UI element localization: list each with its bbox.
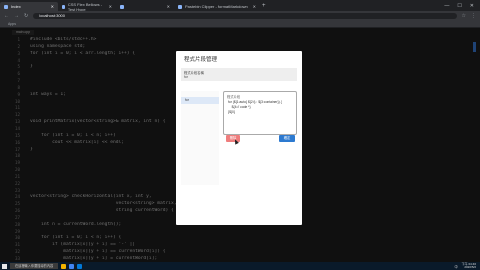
browser-tabbar: Index ✕ CSS Flex Bellows - Test Hype ✕ ✕…: [0, 0, 480, 12]
window-controls: — ☐ ✕: [444, 3, 480, 9]
minimize-icon[interactable]: —: [444, 3, 449, 9]
bookmark-item[interactable]: Apps: [8, 22, 16, 26]
chrome-icon[interactable]: [69, 263, 74, 269]
favicon-icon: [62, 4, 65, 9]
favicon-icon: [178, 4, 182, 9]
bookmark-star-icon[interactable]: ☆: [462, 13, 466, 19]
browser-tab-1[interactable]: CSS Flex Bellows - Test Hype ✕: [58, 1, 116, 12]
snippet-manager-dialog: 程式片段管理 程式片段名稱 for for 程式片段 for (${1:auto…: [176, 51, 302, 225]
close-tab-icon[interactable]: ✕: [167, 4, 170, 9]
browser-tab-label: CSS Flex Bellows - Test Hype: [67, 1, 103, 12]
dialog-title: 程式片段管理: [184, 57, 218, 63]
snippet-list-item[interactable]: for: [181, 97, 219, 104]
snippet-name-value[interactable]: for: [184, 75, 188, 79]
browser-tab-label: Index: [11, 4, 21, 9]
favicon-icon: [4, 4, 8, 9]
close-tab-icon[interactable]: ✕: [109, 4, 112, 9]
file-explorer-icon[interactable]: [61, 263, 66, 269]
vscode-icon[interactable]: [77, 263, 82, 269]
bookmarks-bar: Apps: [0, 20, 480, 28]
browser-tab-0[interactable]: Index ✕: [0, 2, 58, 11]
browser-tab-2[interactable]: ✕: [116, 2, 174, 11]
snippet-line: for (${1:auto} ${2:i} : ${3:container}) …: [228, 100, 282, 104]
back-icon[interactable]: ←: [4, 13, 9, 19]
snippet-line: }${0}: [228, 110, 235, 114]
snippet-name-field[interactable]: 程式片段名稱 for: [181, 68, 297, 81]
browser-tab-3[interactable]: Pastebin Clipper - formatMarkdown ✕: [174, 2, 260, 11]
new-tab-button[interactable]: +: [262, 3, 266, 9]
windows-start-icon[interactable]: [2, 263, 7, 269]
input-language[interactable]: 中: [454, 264, 457, 269]
system-tray: 中 下午 04:46 2020/5/2: [454, 262, 480, 270]
close-window-icon[interactable]: ✕: [470, 3, 474, 9]
clock[interactable]: 下午 04:46 2020/5/2: [462, 262, 476, 270]
browser-tab-label: Pastebin Clipper - formatMarkdown: [185, 4, 248, 9]
snippet-line: ${4:// code *}: [228, 105, 251, 109]
taskbar-search-input[interactable]: 在這裡輸入你要搜尋的內容: [10, 263, 58, 269]
clock-date: 2020/5/2: [464, 265, 476, 269]
favicon-icon: [120, 4, 124, 9]
address-bar: ← → ↻ localhost:3000 ☆ ⋮: [0, 11, 480, 20]
forward-icon[interactable]: →: [14, 13, 19, 19]
close-tab-icon[interactable]: ✕: [51, 4, 54, 9]
url-input[interactable]: localhost:3000: [33, 12, 457, 19]
snippet-body-textarea[interactable]: 程式片段 for (${1:auto} ${2:i} : ${3:contain…: [223, 91, 297, 135]
snippet-list: for: [181, 91, 219, 185]
confirm-button[interactable]: 確定: [279, 135, 295, 142]
menu-icon[interactable]: ⋮: [471, 13, 476, 19]
maximize-icon[interactable]: ☐: [457, 3, 461, 9]
close-tab-icon[interactable]: ✕: [253, 4, 256, 9]
windows-taskbar: 在這裡輸入你要搜尋的內容 中 下午 04:46 2020/5/2: [0, 262, 480, 270]
reload-icon[interactable]: ↻: [24, 13, 28, 19]
snippet-body-label: 程式片段: [227, 95, 241, 99]
